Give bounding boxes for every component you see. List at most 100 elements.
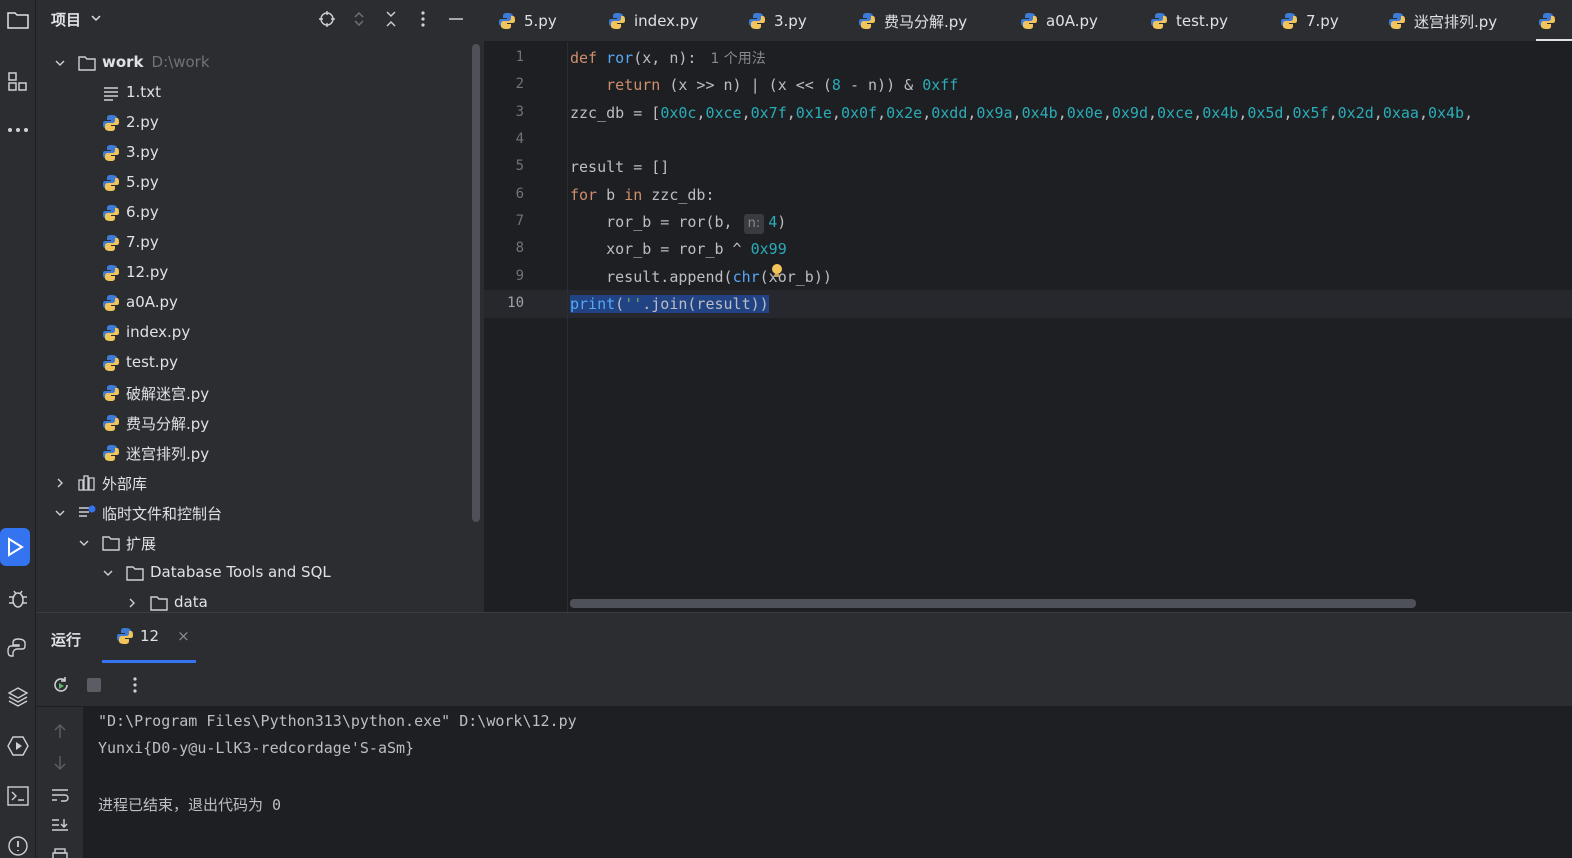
tree-item[interactable]: 费马分解.py xyxy=(36,408,476,438)
scroll-down-button[interactable] xyxy=(50,753,70,773)
project-panel-title[interactable]: 项目 xyxy=(51,9,81,30)
stop-button[interactable] xyxy=(83,674,105,696)
rerun-icon xyxy=(54,677,68,692)
editor-tab[interactable]: 3.py xyxy=(748,0,807,41)
folder-icon xyxy=(102,536,120,551)
chevron-right-icon[interactable] xyxy=(126,597,138,609)
tree-item[interactable]: 7.py xyxy=(36,228,476,258)
options-button[interactable] xyxy=(412,8,434,30)
code-line-2[interactable]: return (x >> n) | (x << (8 - n)) & 0xff xyxy=(570,72,958,99)
hide-panel-button[interactable] xyxy=(445,8,467,30)
code-line-3[interactable]: zzc_db = [0x0c,0xce,0x7f,0x1e,0x0f,0x2e,… xyxy=(570,100,1473,127)
code-line-1[interactable]: def ror(x, n): 1 个用法 xyxy=(570,45,766,73)
locate-file-button[interactable] xyxy=(316,8,338,30)
expand-all-button[interactable] xyxy=(348,8,370,30)
chevron-down-icon[interactable] xyxy=(54,507,66,519)
services-tool-button[interactable] xyxy=(0,726,36,766)
tree-item[interactable]: 外部库 xyxy=(36,468,476,498)
soft-wrap-button[interactable] xyxy=(50,785,70,805)
editor-tab[interactable]: a0A.py xyxy=(1020,0,1098,41)
tree-item-label: Database Tools and SQL xyxy=(150,563,331,581)
terminal-tool-button[interactable] xyxy=(0,776,36,816)
code-line-9[interactable]: result.append(chr(xor_b)) xyxy=(570,264,832,291)
tree-item[interactable]: 2.py xyxy=(36,108,476,138)
project-tool-button[interactable] xyxy=(0,0,36,40)
tree-item[interactable]: 迷宫排列.py xyxy=(36,438,476,468)
code-editor[interactable]: 1 2 3 4 5 6 7 8 9 10 def ror(x, n): 1 个用法 return (… xyxy=(484,42,1572,612)
editor-tab[interactable]: 费马分解.py xyxy=(858,0,967,41)
editor-tab[interactable]: 7.py xyxy=(1280,0,1339,41)
close-icon[interactable]: × xyxy=(177,627,190,645)
code-line-8[interactable]: xor_b = ror_b ^ 0x99 xyxy=(570,236,787,263)
debug-tool-button[interactable] xyxy=(0,578,36,618)
tree-item-label: 7.py xyxy=(126,233,159,251)
layers-tool-button[interactable] xyxy=(0,676,36,716)
usage-hint[interactable]: 1 个用法 xyxy=(710,51,765,67)
editor-horizontal-scrollbar[interactable] xyxy=(570,599,1416,608)
tree-item[interactable]: Database Tools and SQL xyxy=(36,558,476,588)
tree-item[interactable]: 扩展 xyxy=(36,528,476,558)
tree-item-icon xyxy=(102,204,120,222)
line-number: 7 xyxy=(515,213,524,229)
more-tools-button[interactable] xyxy=(0,110,36,150)
chevron-down-icon[interactable] xyxy=(90,12,102,24)
tree-item[interactable]: a0A.py xyxy=(36,288,476,318)
run-config-tab[interactable]: 12 × xyxy=(116,627,190,645)
tree-item-icon xyxy=(102,414,120,432)
byte-literal: 0x4b xyxy=(1427,104,1465,122)
tree-item[interactable]: 6.py xyxy=(36,198,476,228)
tree-item[interactable]: 临时文件和控制台 xyxy=(36,498,476,528)
run-panel: 运行 12 × "D:\Program Files\Python313\pyth… xyxy=(36,612,1572,858)
editor-tab[interactable]: 迷宫排列.py xyxy=(1388,0,1497,41)
lightbulb-icon[interactable] xyxy=(771,264,783,278)
tree-item[interactable]: 5.py xyxy=(36,168,476,198)
editor-tab[interactable]: 5.py xyxy=(498,0,557,41)
tree-item-label: 5.py xyxy=(126,173,159,191)
chevron-down-icon[interactable] xyxy=(54,57,66,69)
structure-icon xyxy=(8,72,27,91)
tree-item-icon xyxy=(102,144,120,162)
code-line-10[interactable]: print(''.join(result)) xyxy=(570,291,769,318)
problems-tool-button[interactable] xyxy=(0,826,36,858)
byte-literal: 0x7f xyxy=(750,104,787,122)
tree-item[interactable]: 12.py xyxy=(36,258,476,288)
print-button[interactable] xyxy=(50,845,70,858)
tree-item[interactable]: 破解迷宫.py xyxy=(36,378,476,408)
tree-item[interactable]: index.py xyxy=(36,318,476,348)
printer-icon xyxy=(52,848,68,858)
tree-item[interactable]: 1.txt xyxy=(36,78,476,108)
editor-tab[interactable]: test.py xyxy=(1150,0,1228,41)
python-file-icon xyxy=(103,175,119,191)
scroll-up-button[interactable] xyxy=(50,721,70,741)
code-line-6[interactable]: for b in zzc_db: xyxy=(570,182,715,209)
chevron-right-icon[interactable] xyxy=(54,477,66,489)
tree-item[interactable]: data xyxy=(36,588,476,612)
python-file-icon xyxy=(117,628,133,644)
scroll-to-end-button[interactable] xyxy=(50,815,70,835)
run-options-button[interactable] xyxy=(124,674,146,696)
tree-item-icon xyxy=(102,264,120,282)
editor-tab[interactable]: index.py xyxy=(608,0,698,41)
run-tab-label: 12 xyxy=(140,627,160,645)
byte-list: 0x0c,0xce,0x7f,0x1e,0x0f,0x2e,0xdd,0x9a,… xyxy=(660,104,1474,122)
rerun-button[interactable] xyxy=(50,674,72,696)
tree-item[interactable]: test.py xyxy=(36,348,476,378)
run-side-toolbar xyxy=(36,707,84,858)
code-line-5[interactable]: result = [] xyxy=(570,154,669,181)
chevron-down-icon[interactable] xyxy=(78,537,90,549)
tree-item[interactable]: work D:\work xyxy=(36,48,476,78)
run-tool-button[interactable] xyxy=(0,528,30,566)
chevron-down-icon[interactable] xyxy=(102,567,114,579)
tree-item[interactable]: 3.py xyxy=(36,138,476,168)
structure-tool-button[interactable] xyxy=(0,62,36,102)
byte-literal: 0x0f xyxy=(840,104,878,122)
tree-item-icon xyxy=(78,54,96,72)
tree-item-icon xyxy=(102,84,120,102)
code-line-7[interactable]: ror_b = ror(b, n: 4) xyxy=(570,209,786,236)
project-scrollbar[interactable] xyxy=(472,44,480,522)
text-file-icon xyxy=(104,87,118,101)
python-file-icon xyxy=(103,415,119,431)
collapse-all-button[interactable] xyxy=(380,8,402,30)
editor-tab-active[interactable] xyxy=(1538,0,1556,41)
python-console-button[interactable] xyxy=(0,628,36,668)
